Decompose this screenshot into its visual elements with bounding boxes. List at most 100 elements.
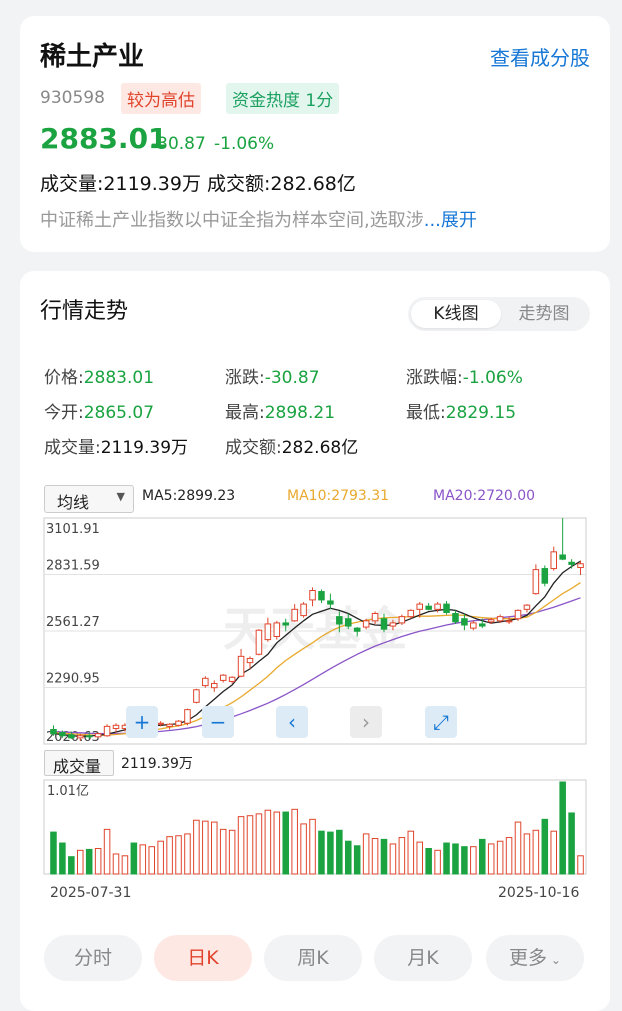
- expand-link[interactable]: ...展开: [424, 210, 477, 231]
- candle-body: [219, 674, 227, 681]
- volume-bar: [353, 845, 361, 875]
- candle-body: [523, 604, 531, 610]
- candle-body: [353, 627, 361, 632]
- volume-bar: [532, 829, 540, 875]
- volume-select[interactable]: 成交量: [44, 750, 114, 776]
- volume-bar: [210, 821, 218, 875]
- volume-bar: [148, 846, 156, 875]
- volume-bar: [309, 818, 316, 875]
- volume-bar: [193, 819, 200, 875]
- candle-body: [282, 622, 290, 626]
- index-change: -30.87: [151, 134, 206, 154]
- volume-bar: [568, 812, 575, 875]
- candle-body: [50, 729, 57, 735]
- candle-body: [291, 608, 298, 622]
- candle-body: [246, 657, 254, 664]
- volume-bar: [103, 828, 111, 875]
- volume-bar: [85, 848, 93, 875]
- volume-bar: [380, 838, 388, 875]
- candle-body: [264, 623, 272, 641]
- zoom-in-icon[interactable]: +: [126, 706, 158, 738]
- volume-bar: [514, 821, 522, 875]
- candle-body: [344, 618, 352, 627]
- candle-body: [478, 623, 486, 627]
- volume-bar: [461, 846, 468, 875]
- volume-bar: [59, 842, 66, 875]
- volume-bar: [237, 816, 245, 875]
- volume-bar: [166, 836, 173, 875]
- candle-body: [577, 563, 584, 569]
- volume-bar: [157, 840, 164, 875]
- candle-body: [184, 709, 191, 724]
- volume-bar: [273, 811, 281, 875]
- kline-chart[interactable]: 3101.912831.592561.272290.952020.63天天基金1…: [20, 271, 610, 901]
- volume-bar: [282, 811, 290, 875]
- period-tab-intraday[interactable]: 分时: [44, 935, 142, 981]
- volume-bar: [336, 829, 343, 875]
- candle-body: [434, 603, 441, 610]
- chevron-down-icon: ⌄: [547, 953, 561, 967]
- candle-body: [318, 591, 325, 601]
- volume-bar: [496, 840, 504, 875]
- volume-bar: [398, 837, 406, 875]
- candle-body: [470, 622, 477, 629]
- volume-bar: [130, 842, 138, 875]
- period-tab-more[interactable]: 更多 ⌄: [486, 935, 584, 981]
- candle-body: [514, 609, 522, 620]
- volume-bar: [443, 842, 450, 875]
- volume-bar: [264, 809, 272, 875]
- market-card: 行情走势 K线图 走势图 价格:2883.01 涨跌:-30.87 涨跌幅:-1…: [20, 271, 610, 1011]
- candle-body: [362, 620, 370, 628]
- volume-bar: [505, 837, 513, 875]
- candle-body: [505, 620, 513, 623]
- price-tick-label: 3101.91: [46, 522, 100, 537]
- view-components-link[interactable]: 查看成分股: [490, 42, 590, 71]
- description-text: 中证稀土产业指数以中证全指为样本空间,选取涉: [40, 210, 424, 231]
- index-info-card: 稀土产业 查看成分股 930598 较为高估 资金热度 1分 2883.01 -…: [20, 16, 610, 252]
- volume-bar: [327, 831, 334, 875]
- candle-body: [371, 612, 379, 622]
- period-tab-month[interactable]: 月K: [374, 935, 472, 981]
- period-tab-day[interactable]: 日K: [154, 935, 252, 981]
- candle-body: [532, 569, 540, 595]
- volume-bar: [478, 838, 486, 875]
- volume-bar: [425, 847, 432, 875]
- fullscreen-icon[interactable]: ⤢: [425, 706, 457, 738]
- volume-bar: [452, 843, 459, 875]
- index-change-pct: -1.06%: [214, 134, 275, 154]
- volume-bar: [344, 840, 352, 875]
- zoom-out-icon[interactable]: −: [202, 706, 234, 738]
- volume-bar: [389, 843, 397, 875]
- candle-body: [103, 725, 111, 737]
- candle-body: [112, 724, 120, 729]
- volume-bar: [68, 856, 75, 875]
- candle-body: [443, 603, 450, 613]
- x-start-date: 2025-07-31: [50, 885, 132, 901]
- candle-body: [487, 619, 495, 623]
- volume-select-label: 成交量: [53, 757, 102, 776]
- candle-body: [336, 616, 343, 625]
- candle-body: [407, 609, 415, 618]
- volume-bar: [318, 830, 325, 875]
- chevron-right-icon[interactable]: ›: [350, 706, 382, 738]
- period-tab-week[interactable]: 周K: [264, 935, 362, 981]
- volume-bar: [559, 781, 566, 875]
- candle-body: [550, 551, 558, 570]
- candle-body: [202, 677, 209, 687]
- volume-bar: [112, 853, 120, 875]
- candle-body: [94, 733, 102, 738]
- candle-body: [452, 612, 459, 623]
- candle-body: [59, 732, 66, 737]
- volume-bar: [541, 818, 549, 875]
- watermark: 天天基金: [223, 602, 408, 656]
- candle-body: [210, 683, 218, 689]
- volume-bar: [407, 830, 415, 875]
- volume-bar: [246, 815, 254, 875]
- index-code: 930598: [40, 88, 105, 108]
- candle-body: [76, 735, 84, 739]
- volume-bar: [470, 846, 477, 875]
- volume-max-label: 1.01亿: [47, 784, 89, 799]
- volume-bar: [434, 849, 441, 875]
- volume-amount-line: 成交量:2119.39万 成交额:282.68亿: [40, 173, 356, 195]
- chevron-left-icon[interactable]: ‹: [276, 706, 308, 738]
